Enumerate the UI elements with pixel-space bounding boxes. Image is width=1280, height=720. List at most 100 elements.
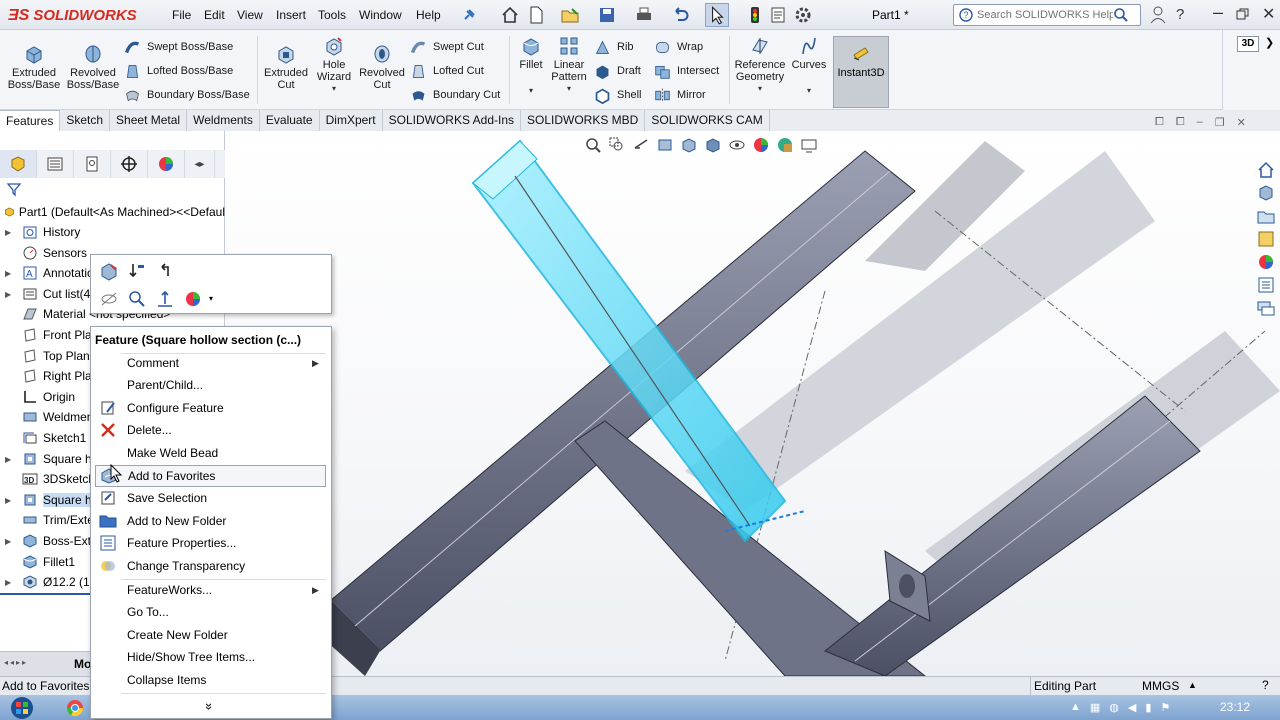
menu-item-featureworks[interactable]: FeatureWorks... ▶	[95, 579, 326, 601]
undo-icon[interactable]	[670, 5, 690, 25]
fillet-button[interactable]: Fillet ▾	[514, 36, 548, 97]
menu-item-parent-child[interactable]: Parent/Child...	[95, 374, 326, 396]
dimxpert-manager-tab[interactable]	[111, 150, 148, 178]
menu-help[interactable]: Help	[416, 8, 441, 22]
menu-item-change-transparency[interactable]: Change Transparency	[95, 555, 326, 577]
tab-sketch[interactable]: Sketch	[60, 110, 111, 131]
dropdown-arrow-icon[interactable]: ▾	[529, 85, 533, 97]
tab-mbd[interactable]: SOLIDWORKS MBD	[521, 110, 646, 131]
swept-cut-button[interactable]: Swept Cut	[410, 37, 484, 57]
file-properties-icon[interactable]	[768, 5, 788, 25]
units-dropdown-icon[interactable]: ▲	[1188, 680, 1197, 690]
wrap-button[interactable]: Wrap	[654, 37, 703, 57]
view-orientation-icon[interactable]	[680, 136, 698, 154]
tab-sheet-metal[interactable]: Sheet Metal	[110, 110, 188, 131]
extruded-cut-button[interactable]: Extruded Cut	[262, 44, 310, 91]
wifi-icon[interactable]: ◍	[1109, 701, 1119, 714]
search-box[interactable]: ?	[953, 4, 1141, 26]
rollback-bar[interactable]	[0, 593, 92, 595]
design-library-icon[interactable]	[1256, 183, 1276, 203]
viewport-close-icon[interactable]: ✕	[1237, 116, 1246, 129]
tab-features[interactable]: Features	[0, 110, 61, 131]
print-icon[interactable]	[634, 5, 654, 25]
viewport-minimize-icon[interactable]: –	[1197, 116, 1203, 129]
zoom-to-selection-icon[interactable]	[127, 289, 147, 309]
menu-item-collapse-items[interactable]: Collapse Items	[95, 669, 326, 691]
edit-feature-icon[interactable]	[99, 261, 119, 281]
open-folder-icon[interactable]	[560, 5, 580, 25]
tab-weldments[interactable]: Weldments	[187, 110, 260, 131]
linear-pattern-button[interactable]: Linear Pattern ▾	[549, 36, 589, 95]
menu-window[interactable]: Window	[359, 8, 402, 22]
menu-file[interactable]: File	[172, 8, 191, 22]
expand-arrow-icon[interactable]: ▶	[5, 269, 15, 278]
feature-manager-tab[interactable]	[0, 150, 37, 178]
dropdown-arrow-icon[interactable]: ▾	[807, 85, 811, 97]
tab-scroll-arrows-icon[interactable]: ◂◂▸▸	[4, 658, 28, 667]
options-gear-icon[interactable]	[793, 5, 813, 25]
viewport-tile-right-icon[interactable]: ⧠	[1176, 116, 1185, 129]
viewport-restore-icon[interactable]: ❐	[1215, 116, 1225, 129]
menu-item-configure-feature[interactable]: Configure Feature	[95, 397, 326, 419]
shell-button[interactable]: Shell	[594, 85, 641, 105]
square-hollow-beam[interactable]	[824, 395, 1201, 676]
section-view-icon[interactable]	[656, 136, 674, 154]
expand-arrow-icon[interactable]: ▶	[5, 496, 15, 505]
units-selector[interactable]: MMGS	[1142, 679, 1179, 693]
tray-expand-icon[interactable]: ▲	[1070, 701, 1081, 714]
previous-view-icon[interactable]	[632, 136, 650, 154]
draft-button[interactable]: Draft	[594, 61, 641, 81]
expand-arrow-icon[interactable]: ▶	[5, 578, 15, 587]
menu-item-comment[interactable]: Comment ▶	[95, 352, 326, 374]
apply-scene-icon[interactable]	[776, 136, 794, 154]
tab-dimxpert[interactable]: DimXpert	[320, 110, 383, 131]
menu-view[interactable]: View	[237, 8, 263, 22]
menu-item-add-to-new-folder[interactable]: Add to New Folder	[95, 510, 326, 532]
edit-appearance-icon[interactable]	[752, 136, 770, 154]
collapse-ribbon-icon[interactable]: ❯	[1265, 36, 1274, 49]
viewport-tile-left-icon[interactable]: ⧠	[1155, 116, 1164, 129]
new-document-icon[interactable]	[526, 5, 546, 25]
pin-icon[interactable]	[462, 8, 476, 22]
3d-model-view[interactable]	[225, 131, 1280, 676]
save-icon[interactable]	[597, 5, 617, 25]
expand-arrow-icon[interactable]: ▶	[5, 228, 15, 237]
dropdown-arrow-icon[interactable]: ▾	[758, 83, 762, 95]
tree-root[interactable]: Part1 (Default<As Machined><<Defaul	[0, 202, 225, 222]
view-3d-button[interactable]: 3D	[1237, 36, 1259, 52]
model-tab[interactable]: Mo	[74, 657, 91, 671]
rebuild-traffic-light-icon[interactable]	[745, 5, 765, 25]
menu-item-make-weld-bead[interactable]: Make Weld Bead	[95, 442, 326, 464]
volume-icon[interactable]: ◀	[1128, 701, 1136, 714]
display-style-icon[interactable]	[704, 136, 722, 154]
menu-edit[interactable]: Edit	[204, 8, 225, 22]
forum-icon[interactable]	[1256, 298, 1276, 318]
solidworks-logo[interactable]: ƎS SOLIDWORKS	[8, 5, 144, 26]
view-palette-icon[interactable]	[1256, 229, 1276, 249]
boundary-boss-base-button[interactable]: Boundary Boss/Base	[124, 85, 250, 105]
normal-to-icon[interactable]	[155, 289, 175, 309]
boundary-cut-button[interactable]: Boundary Cut	[410, 85, 500, 105]
expand-arrow-icon[interactable]: ▶	[5, 455, 15, 464]
filter-icon[interactable]	[6, 181, 22, 197]
extruded-boss-base-button[interactable]: Extruded Boss/Base	[6, 44, 62, 91]
lofted-cut-button[interactable]: Lofted Cut	[410, 61, 484, 81]
chrome-icon[interactable]	[66, 699, 84, 717]
menu-item-create-new-folder[interactable]: Create New Folder	[95, 624, 326, 646]
search-input[interactable]	[977, 9, 1113, 21]
tab-evaluate[interactable]: Evaluate	[260, 110, 320, 131]
dropdown-arrow-icon[interactable]: ▾	[332, 83, 336, 95]
go-back-icon[interactable]	[155, 261, 175, 281]
menu-item-hide-show-tree-items[interactable]: Hide/Show Tree Items...	[95, 646, 326, 668]
revolved-boss-base-button[interactable]: Revolved Boss/Base	[64, 44, 122, 91]
restore-icon[interactable]	[1236, 8, 1249, 20]
custom-properties-icon[interactable]	[1256, 275, 1276, 295]
property-manager-tab[interactable]	[37, 150, 74, 178]
revolved-cut-button[interactable]: Revolved Cut	[358, 44, 406, 91]
help-question-icon[interactable]: ?	[1176, 6, 1184, 23]
menu-item-feature-properties[interactable]: Feature Properties...	[95, 532, 326, 554]
network-icon[interactable]: ▦	[1090, 701, 1100, 714]
battery-icon[interactable]: ▮	[1145, 701, 1151, 714]
expand-arrow-icon[interactable]: ▶	[5, 537, 15, 546]
rib-button[interactable]: Rib	[594, 37, 634, 57]
